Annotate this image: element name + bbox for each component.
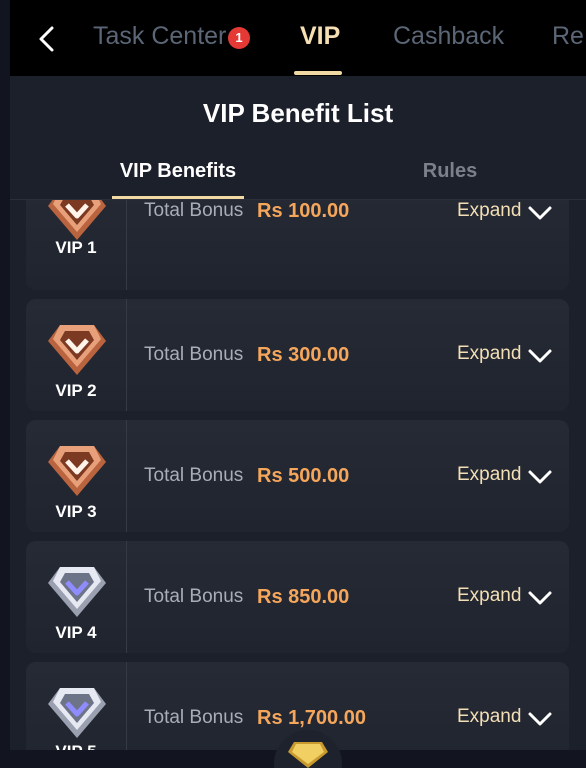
expand-button[interactable]: Expand [457, 464, 521, 486]
vip-card-2[interactable]: VIP 2 Total Bonus Rs 300.00 Expand [26, 299, 569, 411]
card-divider [126, 420, 127, 532]
chevron-down-icon[interactable] [527, 467, 553, 487]
vip-gem-icon [48, 325, 106, 375]
total-bonus-label: Total Bonus [144, 465, 244, 486]
card-divider [126, 541, 127, 653]
chevron-down-icon[interactable] [527, 709, 553, 729]
expand-button[interactable]: Expand [457, 343, 521, 365]
vip-level-label: VIP 4 [55, 623, 97, 642]
expand-button[interactable]: Expand [457, 200, 521, 222]
task-center-badge: 1 [228, 27, 250, 49]
card-divider [126, 200, 127, 290]
total-bonus-amount: Rs 300.00 [257, 344, 350, 366]
page-title: VIP Benefit List [202, 98, 394, 128]
tab-vip[interactable]: VIP [300, 22, 340, 51]
vip-gem-icon [48, 567, 106, 617]
vip-level-label: VIP 5 [26, 742, 126, 750]
total-bonus-amount: Rs 100.00 [257, 200, 350, 222]
vip-benefit-list[interactable]: VIP 1 Total Bonus Rs 100.00 Expand VIP 2… [0, 200, 586, 750]
total-bonus-label: Total Bonus [144, 707, 244, 728]
total-bonus-amount: Rs 500.00 [257, 465, 350, 487]
subtab-vip-benefits[interactable]: VIP Benefits [112, 160, 244, 183]
tab-rebate[interactable]: Re [552, 22, 584, 51]
card-divider [126, 662, 127, 750]
vip-level-label: VIP 3 [55, 502, 97, 521]
vip-gem-icon [48, 200, 106, 240]
floating-reward-icon[interactable] [272, 728, 344, 768]
total-bonus-label: Total Bonus [144, 344, 244, 365]
chevron-down-icon[interactable] [527, 588, 553, 608]
subtab-rules[interactable]: Rules [384, 160, 516, 183]
vip-level-label: VIP 1 [55, 238, 97, 257]
chevron-down-icon[interactable] [527, 203, 553, 223]
vip-card-4[interactable]: VIP 4 Total Bonus Rs 850.00 Expand [26, 541, 569, 653]
expand-button[interactable]: Expand [457, 585, 521, 607]
tab-task-center[interactable]: Task Center [93, 22, 226, 51]
total-bonus-amount: Rs 850.00 [257, 586, 350, 608]
vip-level-label: VIP 2 [55, 381, 97, 400]
tab-vip-underline [294, 71, 342, 75]
card-divider [126, 299, 127, 411]
vip-card-3[interactable]: VIP 3 Total Bonus Rs 500.00 Expand [26, 420, 569, 532]
top-nav-bar: Task Center 1 VIP Cashback Re [10, 0, 586, 76]
total-bonus-amount: Rs 1,700.00 [257, 707, 366, 729]
chevron-down-icon[interactable] [527, 346, 553, 366]
expand-button[interactable]: Expand [457, 706, 521, 728]
tab-cashback[interactable]: Cashback [393, 22, 504, 51]
vip-gem-icon [48, 688, 106, 738]
back-arrow-icon[interactable] [32, 24, 62, 54]
total-bonus-label: Total Bonus [144, 586, 244, 607]
vip-card-1[interactable]: VIP 1 Total Bonus Rs 100.00 Expand [26, 200, 569, 290]
total-bonus-label: Total Bonus [144, 200, 244, 221]
vip-gem-icon [48, 446, 106, 496]
